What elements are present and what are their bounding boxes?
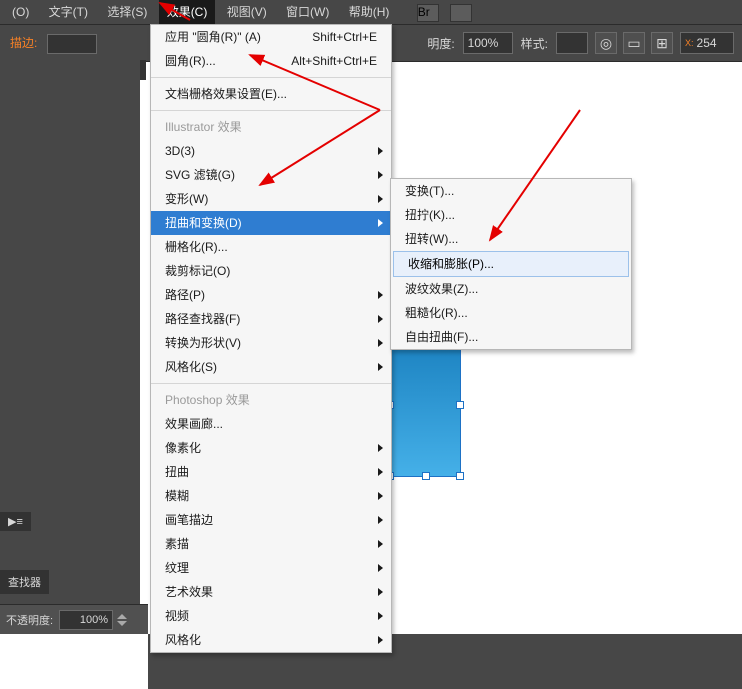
align-icon[interactable]: ▭	[623, 32, 645, 54]
menu-artistic[interactable]: 艺术效果	[151, 580, 391, 604]
recolor-icon[interactable]: ◎	[595, 32, 617, 54]
menu-video[interactable]: 视频	[151, 604, 391, 628]
stroke-label: 描边:	[0, 25, 43, 61]
menu-effect-gallery[interactable]: 效果画廊...	[151, 412, 391, 436]
opacity-field[interactable]: 100%	[463, 32, 513, 54]
menu-texture[interactable]: 纹理	[151, 556, 391, 580]
submenu-twist[interactable]: 扭转(W)...	[391, 227, 631, 251]
submenu-pucker-bloat[interactable]: 收缩和膨胀(P)...	[393, 251, 629, 277]
transform-icon[interactable]: ⊞	[651, 32, 673, 54]
menu-stylize-il[interactable]: 风格化(S)	[151, 355, 391, 379]
x-field[interactable]: X:254	[680, 32, 734, 54]
menu-distort-transform[interactable]: 扭曲和变换(D)	[151, 211, 391, 235]
heading-photoshop-effects: Photoshop 效果	[151, 388, 391, 412]
selected-rectangle[interactable]	[390, 332, 460, 476]
transparency-panel: 不透明度: 100%	[0, 604, 148, 634]
submenu-tweak[interactable]: 扭拧(K)...	[391, 203, 631, 227]
pathfinder-tab[interactable]: 查找器	[0, 570, 49, 594]
br-icon[interactable]: Br	[417, 4, 439, 22]
arrange-icon[interactable]	[450, 4, 472, 22]
menu-pathfinder[interactable]: 路径查找器(F)	[151, 307, 391, 331]
opacity-value[interactable]: 100%	[59, 610, 113, 630]
menu-help[interactable]: 帮助(H)	[341, 0, 398, 24]
opacity-label: 明度:	[423, 35, 458, 52]
menu-text[interactable]: 文字(T)	[41, 0, 96, 24]
menu-brush-stroke[interactable]: 画笔描边	[151, 508, 391, 532]
menu-select[interactable]: 选择(S)	[99, 0, 155, 24]
distort-submenu: 变换(T)... 扭拧(K)... 扭转(W)... 收缩和膨胀(P)... 波…	[390, 178, 632, 350]
menu-effects[interactable]: 效果(C)	[159, 0, 216, 24]
menu-apply-last[interactable]: 应用 "圆角(R)" (A)Shift+Ctrl+E	[151, 25, 391, 49]
submenu-roughen[interactable]: 粗糙化(R)...	[391, 301, 631, 325]
stepper-icon[interactable]	[117, 614, 129, 626]
menu-view[interactable]: 视图(V)	[219, 0, 275, 24]
opacity-label: 不透明度:	[6, 612, 53, 628]
menu-convert-to-shape[interactable]: 转换为形状(V)	[151, 331, 391, 355]
menu-rasterize[interactable]: 栅格化(R)...	[151, 235, 391, 259]
menu-bar: (O) 文字(T) 选择(S) 效果(C) 视图(V) 窗口(W) 帮助(H) …	[0, 0, 742, 24]
menu-blur[interactable]: 模糊	[151, 484, 391, 508]
stroke-swatch[interactable]	[47, 34, 97, 54]
menu-sketch[interactable]: 素描	[151, 532, 391, 556]
menu-window[interactable]: 窗口(W)	[278, 0, 337, 24]
menu-pixelate[interactable]: 像素化	[151, 436, 391, 460]
menu-3d[interactable]: 3D(3)	[151, 139, 391, 163]
menu-path[interactable]: 路径(P)	[151, 283, 391, 307]
menu-round-corners[interactable]: 圆角(R)...Alt+Shift+Ctrl+E	[151, 49, 391, 73]
effects-dropdown: 应用 "圆角(R)" (A)Shift+Ctrl+E 圆角(R)...Alt+S…	[150, 24, 392, 653]
menu-warp[interactable]: 变形(W)	[151, 187, 391, 211]
submenu-free-distort[interactable]: 自由扭曲(F)...	[391, 325, 631, 349]
panel-tab-collapsed[interactable]: ▶≡	[0, 512, 31, 531]
menu-o[interactable]: (O)	[4, 0, 37, 24]
menu-doc-raster-settings[interactable]: 文档栅格效果设置(E)...	[151, 82, 391, 106]
style-label: 样式:	[517, 35, 552, 52]
submenu-transform[interactable]: 变换(T)...	[391, 179, 631, 203]
submenu-zigzag[interactable]: 波纹效果(Z)...	[391, 277, 631, 301]
menu-svg-filter[interactable]: SVG 滤镜(G)	[151, 163, 391, 187]
menu-distort-ps[interactable]: 扭曲	[151, 460, 391, 484]
heading-illustrator-effects: Illustrator 效果	[151, 115, 391, 139]
menu-stylize-ps[interactable]: 风格化	[151, 628, 391, 652]
style-swatch[interactable]	[556, 32, 588, 54]
menu-crop-marks[interactable]: 裁剪标记(O)	[151, 259, 391, 283]
